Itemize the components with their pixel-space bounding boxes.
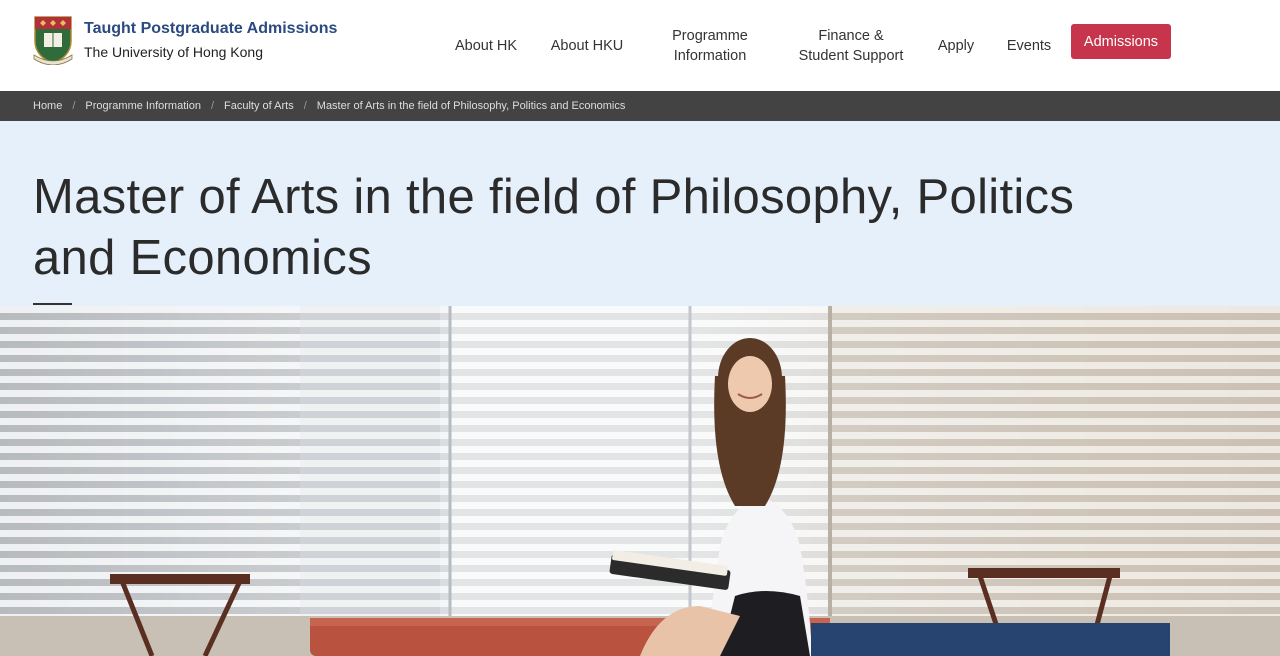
nav-about-hku[interactable]: About HKU <box>543 0 631 91</box>
hero-image <box>0 306 1280 656</box>
nav-finance-student-support[interactable]: Finance & Student Support <box>788 0 914 91</box>
site-title[interactable]: Taught Postgraduate Admissions <box>84 20 337 38</box>
breadcrumb-faculty-of-arts[interactable]: Faculty of Arts <box>224 100 294 112</box>
breadcrumb-home[interactable]: Home <box>33 100 62 112</box>
site-header: Taught Postgraduate Admissions The Unive… <box>0 0 1280 91</box>
nav-about-hk[interactable]: About HK <box>446 0 526 91</box>
breadcrumb-separator: / <box>303 100 307 112</box>
breadcrumb-programme-information[interactable]: Programme Information <box>85 100 201 112</box>
title-underline <box>33 303 72 305</box>
page-title: Master of Arts in the field of Philosoph… <box>33 170 1075 285</box>
site-subtitle[interactable]: The University of Hong Kong <box>84 44 263 60</box>
hero-photo-illustration <box>0 306 1280 656</box>
breadcrumb: Home / Programme Information / Faculty o… <box>0 91 1280 121</box>
breadcrumb-separator: / <box>72 100 76 112</box>
info-panel <box>811 623 1170 656</box>
hku-crest-icon[interactable] <box>32 15 74 65</box>
nav-events[interactable]: Events <box>1000 0 1058 91</box>
nav-apply[interactable]: Apply <box>930 0 982 91</box>
breadcrumb-separator: / <box>210 100 215 112</box>
nav-programme-information[interactable]: Programme Information <box>655 0 765 91</box>
page-header: Master of Arts in the field of Philosoph… <box>0 121 1280 306</box>
breadcrumb-current-page: Master of Arts in the field of Philosoph… <box>316 100 626 112</box>
admissions-button[interactable]: Admissions <box>1071 24 1171 59</box>
